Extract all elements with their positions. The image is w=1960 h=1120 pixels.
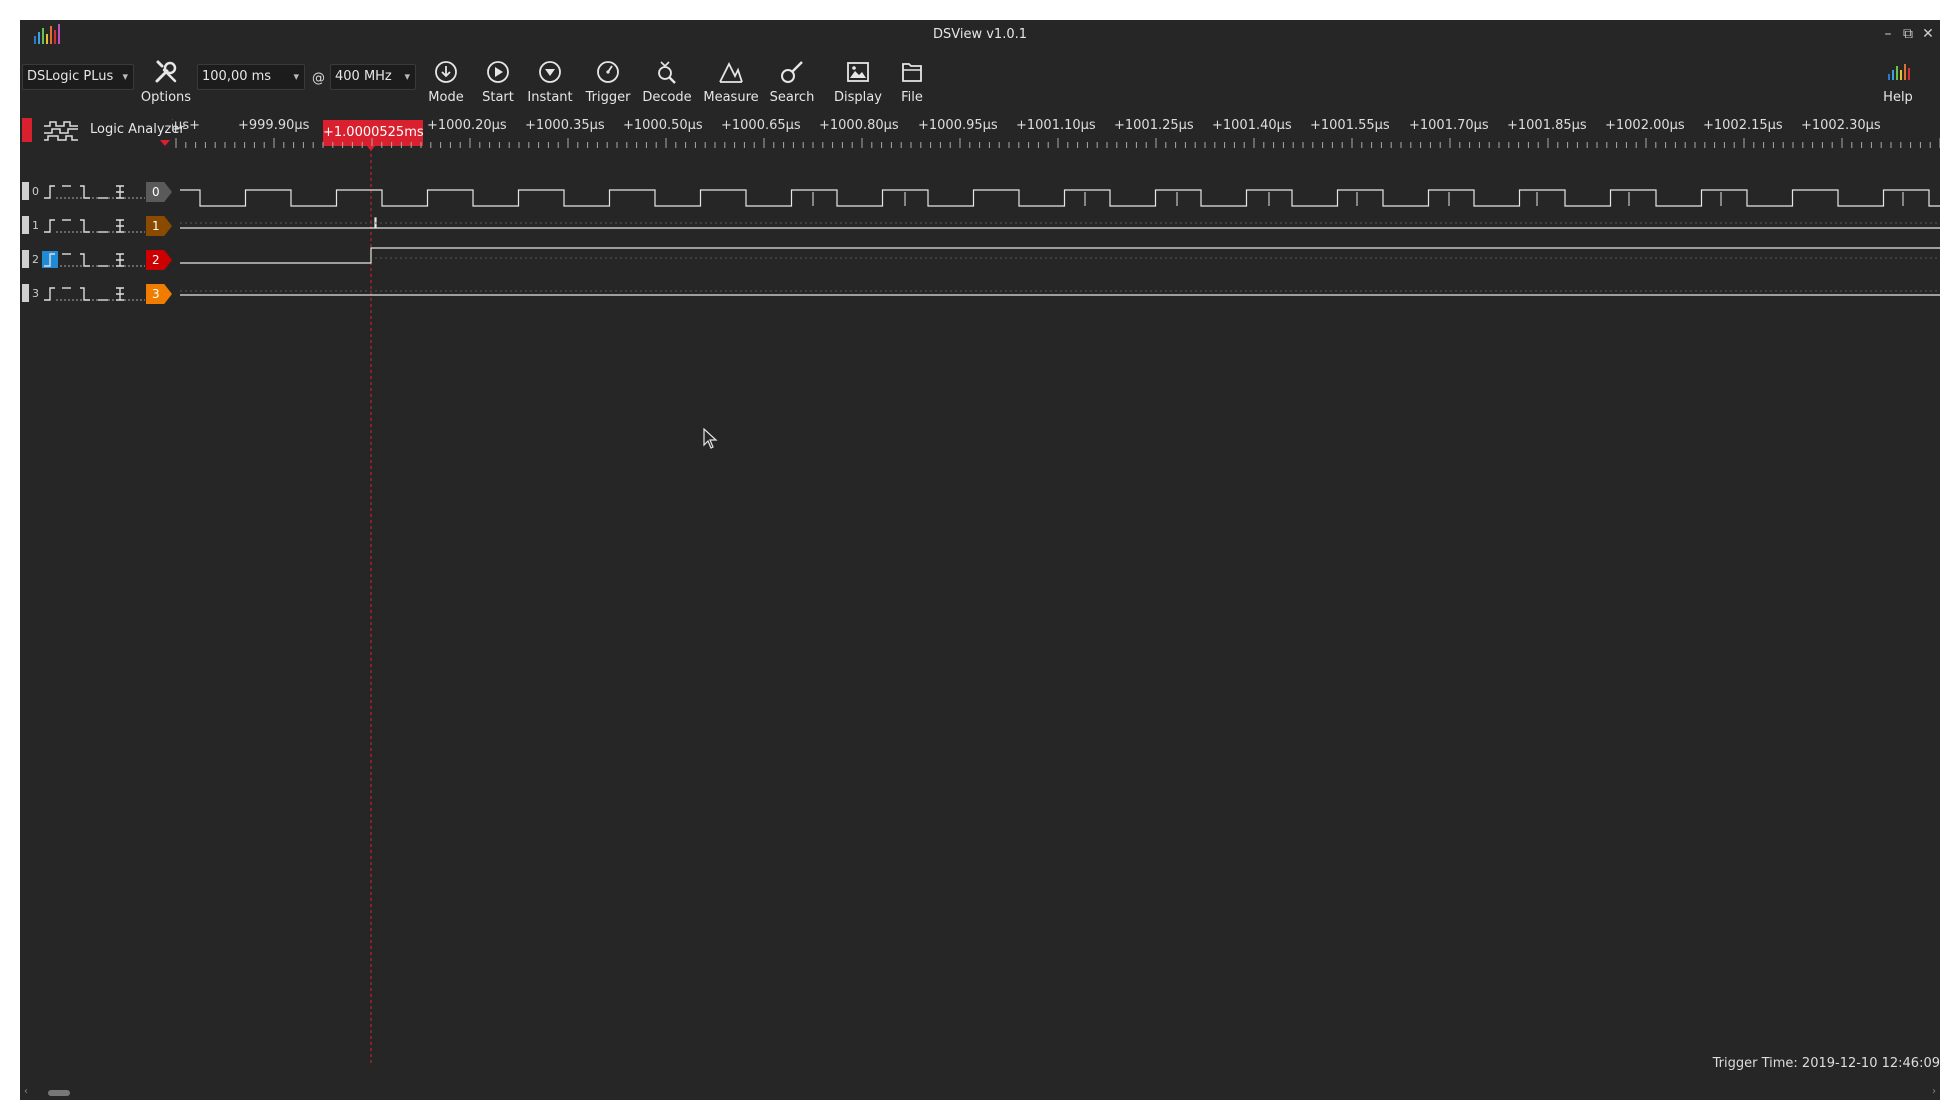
channel-number: 2 xyxy=(32,253,39,266)
channel-number: 0 xyxy=(32,185,39,198)
trigger-condition-icons[interactable] xyxy=(42,217,138,235)
trigger-cursor-marker xyxy=(367,146,375,151)
mouse-cursor-icon xyxy=(703,428,718,449)
scroll-left-icon[interactable]: ‹ xyxy=(24,1086,28,1097)
horizontal-scrollbar[interactable]: ‹ › xyxy=(20,1086,1940,1100)
trigger-condition-icons[interactable] xyxy=(42,285,138,303)
channel-2-waveform xyxy=(180,247,1940,264)
waveform-canvas[interactable] xyxy=(20,20,1940,1100)
scroll-right-icon[interactable]: › xyxy=(1932,1086,1936,1097)
trigger-condition-icons[interactable] xyxy=(42,251,138,269)
trigger-condition-icons[interactable] xyxy=(42,183,138,201)
channel-0-waveform xyxy=(180,189,1940,207)
channel-enable-handle[interactable] xyxy=(22,250,29,268)
app-window: DSView v1.0.1 – ⧉ ✕ DSLogic PLus ▾ Optio… xyxy=(20,20,1940,1100)
channel-number: 1 xyxy=(32,219,39,232)
channel-enable-handle[interactable] xyxy=(22,284,29,302)
channel-enable-handle[interactable] xyxy=(22,182,29,200)
channel-number: 3 xyxy=(32,287,39,300)
trigger-time-status: Trigger Time: 2019-12-10 12:46:09 xyxy=(1712,1056,1940,1071)
channel-enable-handle[interactable] xyxy=(22,216,29,234)
scrollbar-thumb[interactable] xyxy=(48,1090,70,1096)
